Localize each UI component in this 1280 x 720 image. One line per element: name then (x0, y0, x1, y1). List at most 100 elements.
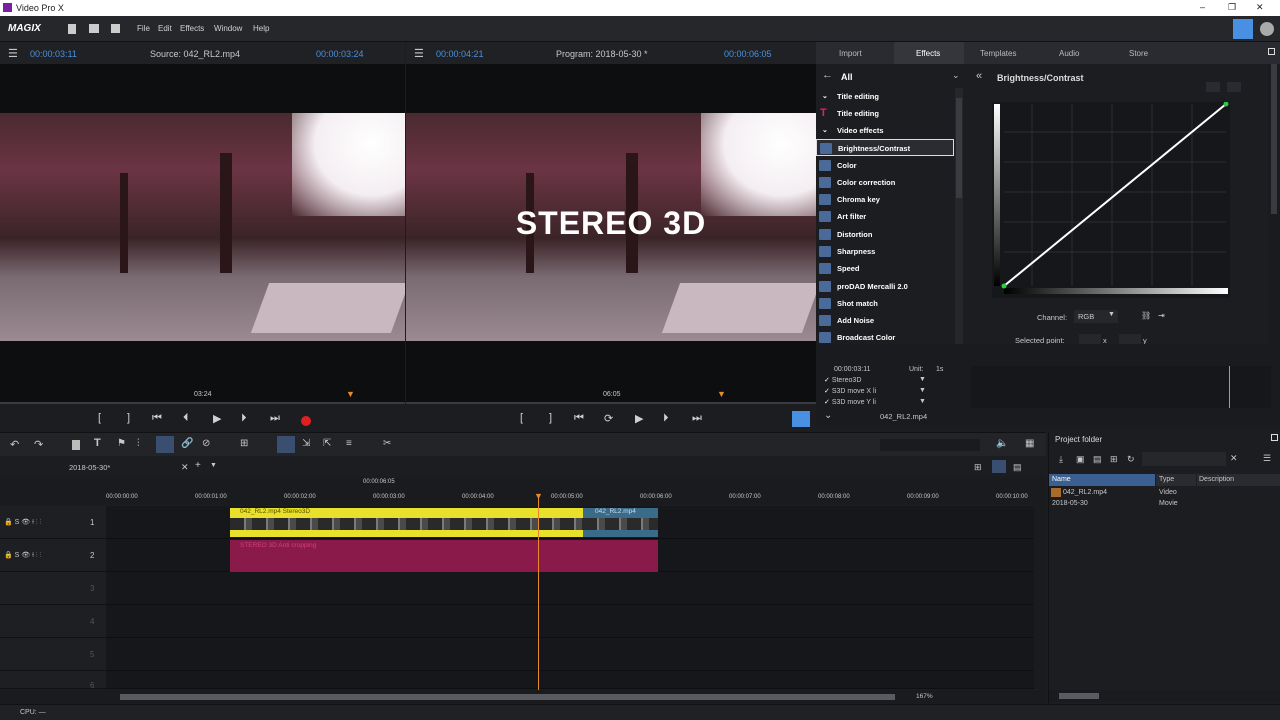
timeline-playhead[interactable] (538, 495, 539, 690)
track-header-2[interactable]: 🔒 S 👁 ⟊ ⫶ ⫶ 2 (0, 539, 106, 572)
timeline-ruler[interactable]: 00:00:06:05 00:00:00:00 00:00:01:00 00:0… (0, 477, 1046, 505)
effect-art-filter[interactable]: Art filter (816, 208, 954, 225)
effects-list-scrollbar[interactable] (955, 88, 963, 344)
clear-search-icon[interactable]: ✕ (1230, 453, 1238, 464)
delete-icon[interactable] (72, 440, 80, 450)
program-go-to-start-icon[interactable]: ⏮ (574, 412, 584, 425)
unlink-icon[interactable]: ⊘ (202, 438, 210, 449)
menu-file[interactable]: File (137, 24, 150, 33)
open-folder-icon[interactable] (89, 24, 99, 33)
track-row-4[interactable] (106, 605, 1034, 638)
program-timecode-left[interactable]: 00:00:04:21 (436, 49, 484, 59)
settings-gear-icon[interactable] (1260, 22, 1274, 36)
track-header-4[interactable]: 4 (0, 605, 106, 638)
undo-icon[interactable]: ↶ (10, 438, 19, 451)
effects-group-title-editing[interactable]: ⌄ Title editing (816, 88, 954, 105)
add-tab-icon[interactable]: + (195, 460, 201, 471)
effect-chroma-key[interactable]: Chroma key (816, 191, 954, 208)
folder-icon[interactable]: ▣ (1076, 454, 1085, 465)
program-play-icon[interactable]: ▶ (635, 412, 643, 425)
close-tab-icon[interactable]: ✕ (181, 462, 189, 473)
step-forward-icon[interactable]: ⏵ (241, 412, 247, 425)
panel-maximize-icon[interactable] (1271, 434, 1278, 441)
detail-scrollbar[interactable] (1268, 64, 1280, 344)
tab-effects[interactable]: Effects (916, 49, 940, 58)
effects-group-video-effects[interactable]: ⌄ Video effects (816, 122, 954, 139)
mark-in-button[interactable]: [ (98, 412, 101, 424)
close-button[interactable]: ✕ (1256, 2, 1264, 13)
channel-select[interactable]: RGB ▼ (1074, 310, 1118, 323)
maximize-button[interactable]: ❐ (1228, 2, 1236, 13)
tab-audio[interactable]: Audio (1059, 49, 1079, 58)
category-dropdown-icon[interactable]: ⌄ (952, 70, 960, 81)
track-row-6[interactable] (106, 671, 1034, 689)
reset-curve-icon[interactable]: ⇥ (1158, 311, 1165, 320)
refresh-icon[interactable]: ↻ (1127, 454, 1135, 465)
program-menu-icon[interactable]: ☰ (414, 47, 424, 60)
effect-distortion[interactable]: Distortion (816, 226, 954, 243)
effect-title-editing[interactable]: T Title editing (816, 105, 954, 122)
record-icon[interactable] (301, 416, 311, 426)
cut-icon[interactable]: ✂ (383, 438, 391, 449)
menu-edit[interactable]: Edit (158, 24, 172, 33)
tab-list-icon[interactable]: ▼ (210, 462, 217, 469)
tab-store[interactable]: Store (1129, 49, 1148, 58)
minimize-button[interactable]: – (1200, 2, 1205, 12)
menu-window[interactable]: Window (214, 24, 242, 33)
pointer-tool-button[interactable] (277, 436, 295, 453)
play-icon[interactable]: ▶ (213, 412, 221, 425)
range-tool-icon[interactable]: ⇲ (302, 438, 310, 449)
keyframe-timeline[interactable] (971, 366, 1271, 408)
menu-help[interactable]: Help (253, 24, 269, 33)
video-clip-stereo3d[interactable]: 042_RL2.mp4 Stereo3D (230, 508, 583, 537)
effect-color[interactable]: Color (816, 157, 954, 174)
curve-editor[interactable] (992, 102, 1230, 298)
new-file-icon[interactable] (68, 24, 76, 34)
source-timecode-left[interactable]: 00:00:03:11 (30, 49, 77, 59)
chevron-down-icon[interactable]: ▼ (919, 387, 926, 394)
program-go-to-end-icon[interactable]: ⏭ (692, 412, 702, 425)
loop-icon[interactable]: ⟳ (604, 412, 613, 425)
chevron-down-icon[interactable]: ▼ (919, 398, 926, 405)
tab-templates[interactable]: Templates (980, 49, 1016, 58)
save-project-icon[interactable]: ▤ (1093, 454, 1102, 465)
mixer-icon[interactable]: ▦ (1025, 438, 1034, 449)
effects-category[interactable]: All (841, 72, 853, 82)
video-clip-second[interactable]: 042_RL2.mp4 (583, 508, 658, 537)
trim-tool-icon[interactable]: ≡ (346, 438, 352, 449)
marker-icon[interactable]: ⚑ (117, 438, 126, 449)
project-row[interactable]: 042_RL2.mp4 Video (1049, 487, 1280, 498)
render-preview-button[interactable] (792, 411, 810, 427)
effect-sharpness[interactable]: Sharpness (816, 243, 954, 260)
split-icon[interactable]: ⫶ (137, 438, 140, 449)
hamburger-menu-icon[interactable]: ☰ (8, 47, 18, 60)
program-timecode-right[interactable]: 00:00:06:05 (724, 49, 772, 59)
project-search-input[interactable] (1142, 452, 1226, 466)
step-back-icon[interactable]: ⏴ (183, 412, 189, 425)
reset-icon[interactable] (1227, 82, 1241, 92)
preset-dropdown-icon[interactable] (1206, 82, 1220, 92)
effect-prodad-mercalli[interactable]: proDAD Mercalli 2.0 (816, 278, 954, 295)
storyboard-view-icon[interactable]: ⊞ (974, 462, 982, 473)
tab-import[interactable]: Import (839, 49, 862, 58)
text-tool-icon[interactable]: T (94, 437, 101, 449)
keyframe-track-stereo3d[interactable]: ✓ Stereo3D (824, 376, 924, 386)
save-icon[interactable] (111, 24, 120, 33)
column-header-description[interactable]: Description (1197, 474, 1280, 486)
source-marker-icon[interactable]: ▼ (346, 389, 355, 399)
effect-speed[interactable]: Speed (816, 260, 954, 277)
new-bin-icon[interactable]: ⊞ (1110, 454, 1118, 465)
keyframe-track-move-y[interactable]: ✓ S3D move Y li (824, 398, 924, 408)
redo-icon[interactable]: ↷ (34, 438, 43, 451)
import-icon[interactable]: ⤓ (1059, 454, 1063, 465)
track-row-3[interactable] (106, 572, 1034, 605)
column-header-type[interactable]: Type (1156, 474, 1196, 486)
project-folder-scrollbar[interactable] (1049, 690, 1280, 702)
track-header-3[interactable]: 3 (0, 572, 106, 605)
effect-shot-match[interactable]: Shot match (816, 295, 954, 312)
program-step-forward-icon[interactable]: ⏵ (663, 412, 669, 425)
program-marker-icon[interactable]: ▼ (717, 389, 726, 399)
keyframe-track-move-x[interactable]: ✓ S3D move X li (824, 387, 924, 397)
go-to-start-icon[interactable]: ⏮ (152, 412, 162, 425)
view-options-icon[interactable]: ☰ (1263, 453, 1271, 464)
